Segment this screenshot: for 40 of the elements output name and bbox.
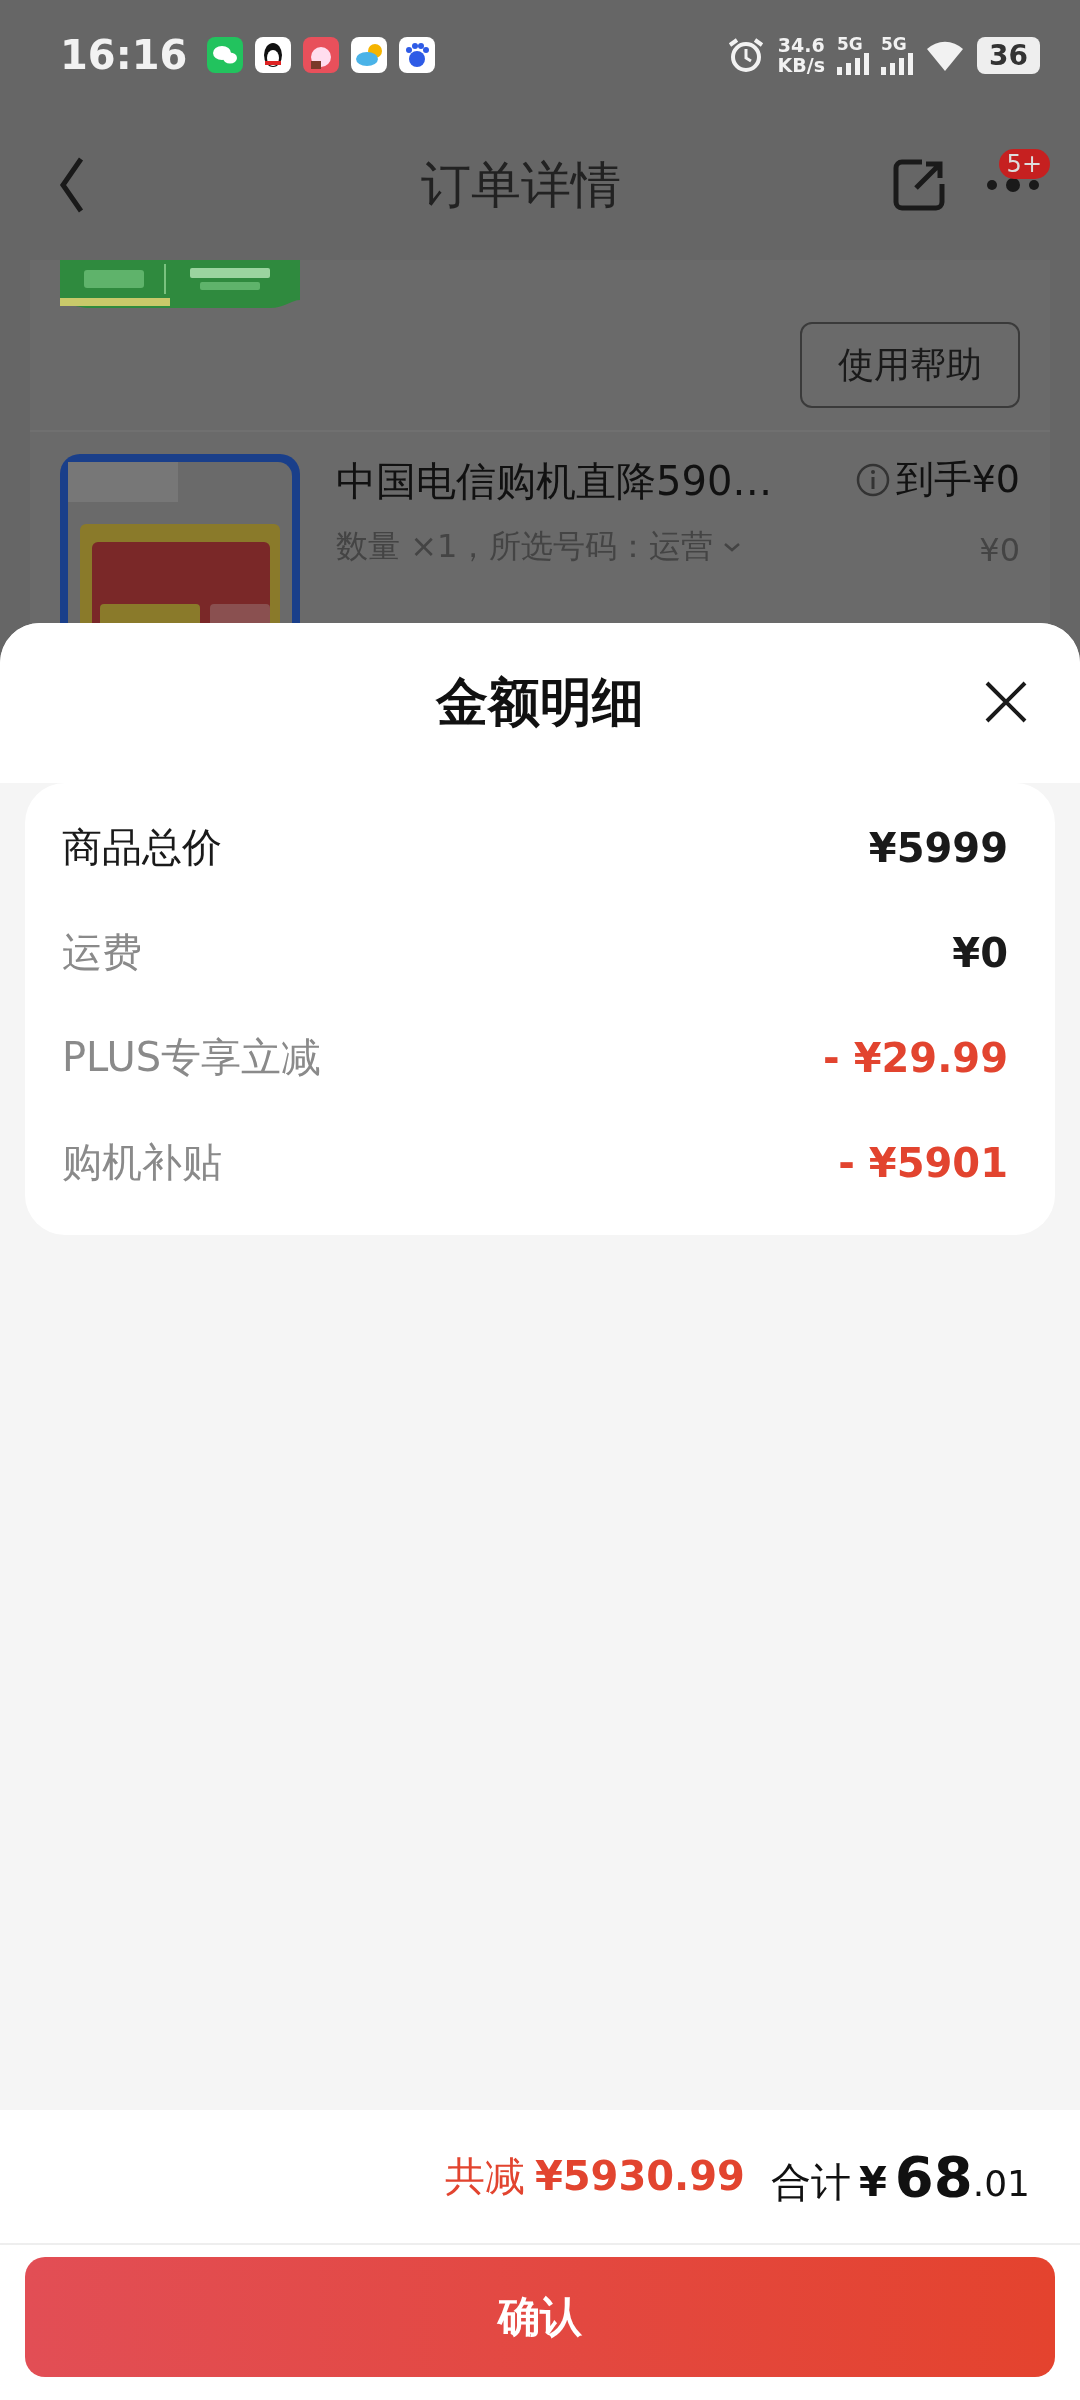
info-icon	[855, 462, 890, 497]
final-price: 到手¥0	[895, 456, 1020, 503]
product-title: 中国电信购机直降590…	[336, 457, 774, 506]
network-type: 5G	[837, 35, 863, 53]
paw-app-icon	[399, 37, 436, 73]
chat-app-icon	[207, 37, 244, 73]
battery-level: 36	[977, 36, 1040, 74]
discount-label: 共减	[444, 2152, 525, 2201]
clock-time: 16:16	[60, 32, 188, 78]
notification-badge: 5+	[998, 149, 1050, 179]
discount-total: ¥5930.99	[534, 2153, 745, 2199]
weather-app-icon	[351, 37, 388, 73]
amount-label: PLUS专享立减	[62, 1033, 322, 1082]
more-icon[interactable]	[986, 177, 1040, 193]
total-amount: 68	[894, 2143, 973, 2209]
speed-unit: KB/s	[777, 55, 826, 75]
help-button[interactable]: 使用帮助	[800, 322, 1020, 408]
total-label: 合计	[770, 2157, 851, 2207]
amount-label: 运费	[62, 928, 142, 977]
amount-value: ¥5999	[868, 824, 1008, 871]
amount-value: - ¥5901	[838, 1139, 1008, 1186]
close-icon	[984, 680, 1028, 724]
shopping-app-icon	[303, 37, 340, 73]
amount-value: - ¥29.99	[823, 1034, 1008, 1081]
network-speed: 34.6	[777, 35, 825, 55]
close-button[interactable]	[984, 680, 1028, 724]
chevron-down-icon	[723, 540, 742, 554]
amount-value: ¥0	[952, 929, 1008, 976]
currency-symbol: ¥	[858, 2158, 887, 2205]
sheet-title: 金额明细	[436, 671, 644, 734]
signal-icon	[837, 53, 870, 75]
penguin-app-icon	[255, 37, 292, 73]
amount-label: 购机补贴	[62, 1138, 222, 1187]
amount-label: 商品总价	[62, 823, 222, 872]
confirm-button[interactable]: 确认	[25, 2257, 1055, 2377]
total-decimal: .01	[972, 2162, 1030, 2204]
signal-icon	[881, 53, 914, 75]
share-icon[interactable]	[892, 158, 946, 212]
page-title: 订单详情	[419, 154, 622, 216]
network-type: 5G	[881, 35, 907, 53]
